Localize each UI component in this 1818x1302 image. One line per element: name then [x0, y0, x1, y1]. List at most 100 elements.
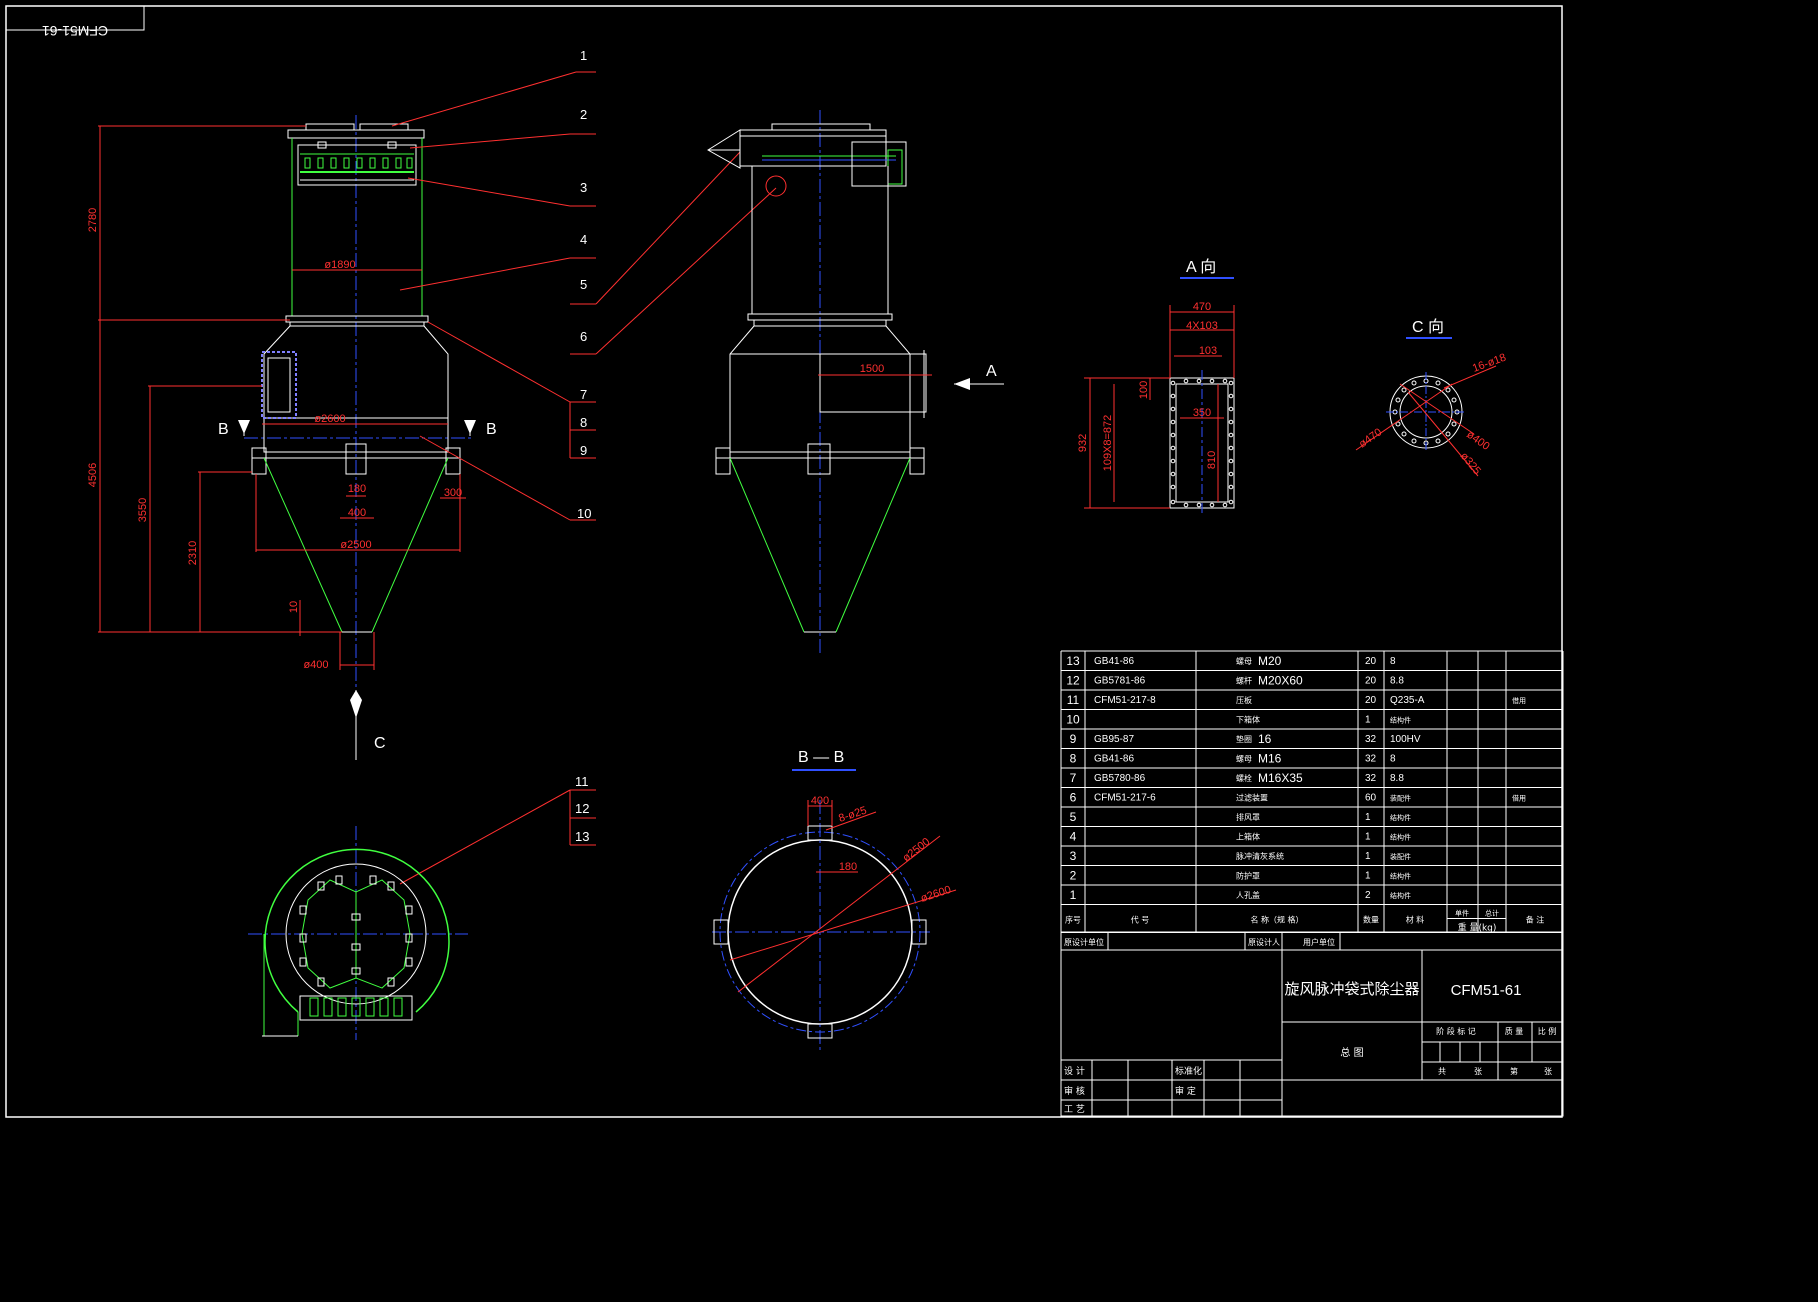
bom-row-number: 11 [1067, 693, 1080, 707]
bom-row-name: 过滤装置 [1236, 793, 1268, 803]
svg-text:1500: 1500 [860, 363, 884, 375]
bom-header-total: 总计 [1485, 909, 1499, 918]
bom-row-spec: 16 [1258, 732, 1272, 746]
bom-row-name: 螺母 [1236, 656, 1252, 666]
balloon-3: 3 [580, 180, 587, 195]
bom-row-qty: 1 [1365, 715, 1371, 726]
svg-text:用户单位: 用户单位 [1303, 937, 1335, 947]
balloon-10: 10 [577, 506, 591, 521]
side-view: 1500 [707, 110, 932, 656]
bom-row-qty: 1 [1365, 871, 1371, 882]
svg-text:原设计单位: 原设计单位 [1064, 937, 1104, 947]
bom-row-material: 100HV [1390, 734, 1421, 745]
bom-row-number: 8 [1070, 752, 1077, 766]
bom-row-material: Q235-A [1390, 695, 1425, 706]
bom-row-code: GB95-87 [1094, 734, 1134, 745]
bom-row-code: GB41-86 [1094, 656, 1134, 667]
svg-text:ø470: ø470 [1357, 426, 1384, 450]
svg-text:350: 350 [1193, 407, 1211, 419]
bom-row-name: 脉冲清灰系统 [1236, 851, 1284, 861]
svg-text:4506: 4506 [87, 463, 99, 487]
bom-row-qty: 32 [1365, 754, 1377, 765]
bom-row-spec: M16X35 [1258, 771, 1303, 785]
bom-header-note: 备 注 [1526, 915, 1545, 925]
bom-row-material: 8.8 [1390, 676, 1404, 687]
bom-row-qty: 1 [1365, 851, 1371, 862]
svg-text:470: 470 [1193, 301, 1211, 313]
balloon-4: 4 [580, 232, 587, 247]
bom-row-name: 垫圈 [1236, 734, 1252, 744]
balloon-13: 13 [575, 829, 589, 844]
svg-text:100: 100 [1138, 381, 1150, 399]
bom-row-code: CFM51-217-6 [1094, 793, 1156, 804]
drawing-number: CFM51-61 [1451, 982, 1522, 999]
bom-row-material: 装配件 [1390, 794, 1411, 803]
bom-row-material: 装配件 [1390, 852, 1411, 861]
bom-row-code: GB5781-86 [1094, 676, 1146, 687]
bom-row-number: 7 [1070, 771, 1077, 785]
svg-text:400: 400 [348, 507, 366, 519]
bom-row-material: 结构件 [1390, 716, 1411, 725]
svg-text:3550: 3550 [137, 498, 149, 522]
svg-text:932: 932 [1077, 434, 1089, 452]
svg-text:审 定: 审 定 [1175, 1085, 1196, 1097]
bom-row-name: 压板 [1236, 695, 1252, 705]
front-dimension-labels: 2780 4506 3550 2310 10 ø1890 ø2600 ø2500… [87, 208, 462, 671]
bom-row-qty: 1 [1365, 832, 1371, 843]
balloon-1: 1 [580, 48, 587, 63]
bom-text: 13 GB41-86 螺母 M20 20 812 GB5781-86 螺杆 M20X60 20 8.… [1065, 654, 1544, 934]
bom-row-material: 8.8 [1390, 773, 1404, 784]
bom-row-spec: M16 [1258, 752, 1282, 766]
bom-row-code: GB5780-86 [1094, 773, 1146, 784]
bom-header-code: 代 号 [1131, 915, 1150, 925]
bom-row-number: 4 [1070, 830, 1077, 844]
svg-text:ø2500: ø2500 [340, 539, 371, 551]
bom-row-name: 防护罩 [1236, 871, 1260, 881]
svg-text:原设计人: 原设计人 [1248, 937, 1280, 947]
bom-row-qty: 32 [1365, 734, 1377, 745]
bom-row-material: 8 [1390, 754, 1396, 765]
mirrored-drawing-number: CFM51-61 [42, 23, 108, 39]
bom-row-note: 借用 [1512, 794, 1526, 803]
balloon-numbers: 1 2 3 4 5 6 7 8 9 10 11 12 13 [575, 48, 591, 844]
a-view: A 向 470 4X103 103 932 109X8=872 100 350 … [1077, 258, 1235, 515]
bom-row-number: 3 [1070, 849, 1077, 863]
balloon-5: 5 [580, 277, 587, 292]
bom-row-qty: 20 [1365, 656, 1377, 667]
bom-header-unit: 单件 [1455, 909, 1469, 918]
bom-row-material: 结构件 [1390, 813, 1411, 822]
svg-text:109X8=872: 109X8=872 [1102, 415, 1114, 472]
svg-text:ø2500: ø2500 [900, 836, 932, 865]
section-mark-b-left: B [218, 421, 229, 438]
svg-text:设 计: 设 计 [1064, 1065, 1085, 1077]
a-view-title: A 向 [1186, 258, 1216, 276]
balloon-12: 12 [575, 801, 589, 816]
svg-text:阶 段 标 记: 阶 段 标 记 [1436, 1026, 1476, 1036]
bom-row-name: 上箱体 [1236, 832, 1260, 842]
bom-row-material: 结构件 [1390, 891, 1411, 900]
plan-view [248, 826, 468, 1040]
bom-header-no: 序号 [1065, 915, 1081, 925]
svg-text:300: 300 [444, 487, 462, 499]
bom-row-name: 螺杆 [1236, 676, 1252, 686]
bom-row-qty: 1 [1365, 812, 1371, 823]
svg-text:10: 10 [288, 601, 300, 613]
bom-row-number: 6 [1070, 791, 1077, 805]
svg-text:共: 共 [1438, 1067, 1446, 1076]
svg-text:180: 180 [348, 483, 366, 495]
balloon-8: 8 [580, 415, 587, 430]
section-mark-a: A [986, 363, 997, 380]
svg-text:2310: 2310 [187, 541, 199, 565]
svg-text:810: 810 [1206, 451, 1218, 469]
balloon-6: 6 [580, 329, 587, 344]
svg-text:张: 张 [1474, 1067, 1482, 1076]
svg-text:第: 第 [1510, 1066, 1518, 1076]
title-block-text: 原设计单位 原设计人 用户单位 旋风脉冲袋式除尘器 CFM51-61 总 图 阶… [1064, 937, 1556, 1115]
svg-text:4X103: 4X103 [1186, 320, 1218, 332]
drawing-sheet: CFM51-61 2780 4506 3550 2310 10 ø1890 ø2… [5, 5, 1564, 1118]
bom-row-spec: M20X60 [1258, 674, 1303, 688]
bom-header-material: 材 料 [1406, 915, 1425, 925]
bom-row-number: 12 [1066, 674, 1080, 688]
svg-text:比 例: 比 例 [1538, 1026, 1557, 1036]
svg-text:2780: 2780 [87, 208, 99, 232]
